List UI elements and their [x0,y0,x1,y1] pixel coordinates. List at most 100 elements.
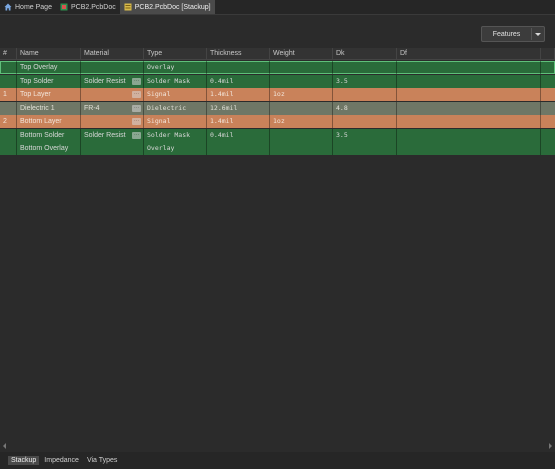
cell-df[interactable] [397,88,541,101]
column-header-type[interactable]: Type [144,48,207,60]
table-row[interactable]: Top Solder Solder Resist ··· Solder Mask 0.4… [0,74,555,88]
cell-weight[interactable] [270,101,333,115]
row-filler [541,75,555,88]
cell-weight[interactable] [270,128,333,142]
tab-via-types[interactable]: Via Types [84,456,121,465]
table-row[interactable]: Bottom Overlay Overlay [0,142,555,155]
scroll-left-arrow-icon[interactable] [3,443,6,449]
cell-df[interactable] [397,115,541,128]
row-filler [541,115,555,128]
cell-material[interactable] [81,142,144,155]
tab-label: PCB2.PcbDoc [70,3,116,11]
tab-label: PCB2.PcbDoc [Stackup] [134,3,211,11]
cell-df[interactable] [397,142,541,155]
cell-weight[interactable] [270,61,333,74]
cell-type[interactable]: Overlay [144,61,207,74]
cell-dk[interactable]: 4.8 [333,101,397,115]
bottom-tab-bar: Stackup Impedance Via Types [0,452,555,469]
table-row[interactable]: Top Overlay Overlay [0,61,555,74]
cell-name: Bottom Solder [17,128,81,142]
scroll-right-arrow-icon[interactable] [549,443,552,449]
cell-name: Dielectric 1 [17,101,81,115]
cell-thickness[interactable]: 12.6mil [207,101,270,115]
table-row[interactable]: 1 Top Layer ··· Signal 1.4mil 1oz [0,88,555,101]
features-label: Features [492,30,521,38]
cell-type[interactable]: Overlay [144,142,207,155]
cell-name: Top Overlay [17,61,81,74]
tab-stackup[interactable]: Stackup [8,456,40,465]
cell-weight[interactable] [270,74,333,88]
column-header-thickness[interactable]: Thickness [207,48,270,60]
chevron-down-icon[interactable] [532,32,544,36]
row-filler [541,61,555,74]
cell-dk[interactable]: 3.5 [333,128,397,142]
material-library-button[interactable]: ··· [132,91,141,98]
ellipsis-icon: ··· [134,91,139,97]
cell-thickness[interactable]: 1.4mil [207,115,270,128]
pcb-doc-icon [60,3,68,11]
cell-weight[interactable]: 1oz [270,115,333,128]
cell-number [0,61,17,74]
cell-name: Bottom Layer [17,115,81,128]
row-filler [541,142,555,155]
ellipsis-icon: ··· [134,104,139,111]
cell-df[interactable] [397,101,541,115]
table-row[interactable]: Bottom Solder Solder Resist ··· Solder Mask… [0,128,555,142]
tab-pcb-stackup[interactable]: PCB2.PcbDoc [Stackup] [119,0,215,14]
ellipsis-icon: ··· [134,118,139,124]
cell-number [0,142,17,155]
cell-thickness[interactable]: 0.4mil [207,128,270,142]
cell-thickness[interactable] [207,61,270,74]
features-dropdown-button[interactable]: Features [481,26,545,42]
home-icon [4,3,12,11]
cell-name: Bottom Overlay [17,142,81,155]
table-row[interactable]: Dielectric 1 FR-4 ··· Dielectric 12.6mil 4.8 [0,101,555,115]
cell-df[interactable] [397,128,541,142]
table-header-row: # Name Material Type Thickness Weight Dk… [0,48,555,60]
tab-impedance[interactable]: Impedance [41,456,82,465]
cell-name: Top Solder [17,74,81,88]
cell-type[interactable]: Signal [144,115,207,128]
cell-material[interactable] [81,61,144,74]
column-header-df[interactable]: Df [397,48,541,60]
tab-label: Home Page [15,3,52,11]
cell-dk[interactable] [333,88,397,101]
stackup-doc-icon [124,3,132,11]
cell-type[interactable]: Solder Mask [144,128,207,142]
column-header-dk[interactable]: Dk [333,48,397,60]
cell-thickness[interactable]: 1.4mil [207,88,270,101]
row-filler [541,88,555,101]
cell-number [0,101,17,115]
column-header-name[interactable]: Name [17,48,81,60]
horizontal-scrollbar[interactable] [0,441,555,450]
cell-dk[interactable] [333,115,397,128]
column-header-material[interactable]: Material [81,48,144,60]
ellipsis-icon: ··· [134,131,139,138]
cell-thickness[interactable] [207,142,270,155]
cell-weight[interactable]: 1oz [270,88,333,101]
cell-thickness[interactable]: 0.4mil [207,74,270,88]
cell-dk[interactable] [333,61,397,74]
material-library-button[interactable]: ··· [132,131,141,139]
tab-home-page[interactable]: Home Page [0,0,56,14]
table-row[interactable]: 2 Bottom Layer ··· Signal 1.4mil 1oz [0,115,555,128]
cell-type[interactable]: Solder Mask [144,74,207,88]
ellipsis-icon: ··· [134,77,139,84]
tab-pcb-doc[interactable]: PCB2.PcbDoc [56,0,120,14]
cell-weight[interactable] [270,142,333,155]
material-library-button[interactable]: ··· [132,77,141,85]
cell-df[interactable] [397,74,541,88]
row-filler [541,102,555,115]
material-library-button[interactable]: ··· [132,118,141,125]
material-library-button[interactable]: ··· [132,104,141,112]
cell-dk[interactable] [333,142,397,155]
cell-dk[interactable]: 3.5 [333,74,397,88]
column-header-filler [541,48,555,60]
document-tab-bar: Home Page PCB2.PcbDoc PCB2.PcbDoc [Stack… [0,0,555,15]
row-filler [541,129,555,142]
cell-df[interactable] [397,61,541,74]
cell-type[interactable]: Dielectric [144,101,207,115]
column-header-number[interactable]: # [0,48,17,60]
column-header-weight[interactable]: Weight [270,48,333,60]
cell-type[interactable]: Signal [144,88,207,101]
